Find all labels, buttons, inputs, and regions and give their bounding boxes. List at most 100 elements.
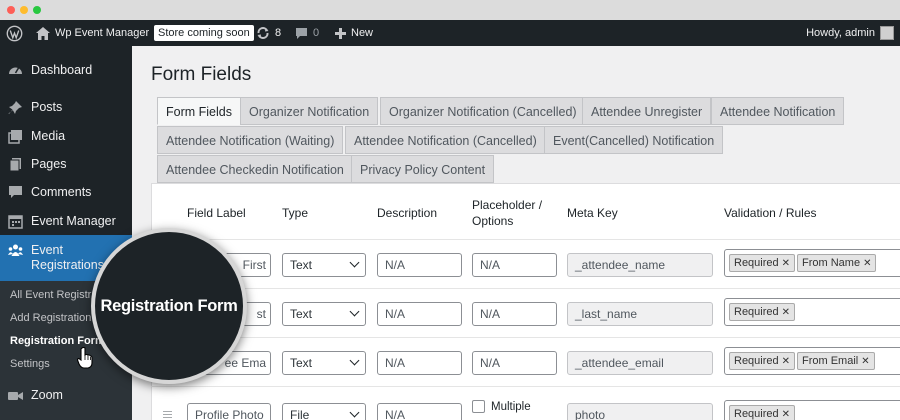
validation-rules-select[interactable]: Required ✕ bbox=[724, 400, 900, 420]
validation-rules-select[interactable]: Required ✕ bbox=[724, 298, 900, 326]
remove-tag-icon[interactable]: ✕ bbox=[863, 258, 871, 269]
column-header-description: Description bbox=[377, 206, 438, 220]
sidebar-item-label: Media bbox=[31, 129, 66, 143]
media-icon bbox=[8, 129, 23, 144]
updates-link[interactable]: 8 bbox=[256, 20, 281, 46]
remove-tag-icon[interactable]: ✕ bbox=[861, 356, 869, 367]
tab-attendee-notification-waiting[interactable]: Attendee Notification (Waiting) bbox=[157, 126, 344, 154]
calendar-icon bbox=[8, 214, 23, 229]
comments-link[interactable]: 0 bbox=[295, 20, 319, 46]
tab-form-fields[interactable]: Form Fields bbox=[157, 97, 241, 125]
comments-count: 0 bbox=[313, 27, 320, 39]
multiple-checkbox[interactable] bbox=[472, 400, 485, 413]
sidebar-item-comments[interactable]: Comments bbox=[0, 178, 132, 206]
rule-tag[interactable]: Required ✕ bbox=[729, 352, 796, 370]
sidebar-item-label: Comments bbox=[31, 185, 92, 199]
dashboard-icon bbox=[8, 63, 23, 78]
description-input[interactable]: N/A bbox=[377, 403, 462, 420]
sidebar-item-label: Event Registrations bbox=[31, 243, 104, 272]
wordpress-logo-icon[interactable] bbox=[6, 20, 23, 46]
row-divider bbox=[151, 386, 900, 387]
rule-tag[interactable]: Required ✕ bbox=[729, 303, 796, 321]
description-input[interactable]: N/A bbox=[377, 351, 462, 375]
sidebar-item-zoom[interactable]: Zoom bbox=[0, 381, 132, 409]
rule-tag[interactable]: From Email ✕ bbox=[797, 352, 875, 370]
pages-icon bbox=[8, 157, 23, 172]
tab-organizer-notification[interactable]: Organizer Notification bbox=[240, 97, 379, 125]
sidebar-item-label: Zoom bbox=[31, 388, 63, 402]
rule-tag[interactable]: From Name ✕ bbox=[797, 254, 877, 272]
comment-bubble-icon bbox=[296, 27, 307, 39]
validation-rules-select[interactable]: Required ✕ From Name ✕ bbox=[724, 249, 900, 277]
rule-tag-label: Required bbox=[734, 355, 779, 367]
rule-tag[interactable]: Required ✕ bbox=[729, 254, 796, 272]
chevron-down-icon bbox=[349, 257, 360, 268]
field-type-value: Text bbox=[290, 307, 313, 321]
field-type-select[interactable]: Text bbox=[282, 253, 366, 277]
tab-organizer-notification-cancelled[interactable]: Organizer Notification (Cancelled) bbox=[380, 97, 586, 125]
tab-privacy-policy-content[interactable]: Privacy Policy Content bbox=[351, 155, 495, 183]
sidebar-item-dashboard[interactable]: Dashboard bbox=[0, 56, 132, 84]
tab-attendee-unregister[interactable]: Attendee Unregister bbox=[582, 97, 712, 125]
field-label-input[interactable]: Profile Photo bbox=[187, 403, 271, 420]
tab-attendee-notification-cancelled[interactable]: Attendee Notification (Cancelled) bbox=[345, 126, 546, 154]
field-type-value: Text bbox=[290, 258, 313, 272]
rule-tag-label: Required bbox=[734, 306, 779, 318]
rule-tag-label: From Email bbox=[802, 355, 859, 367]
admin-bar: Wp Event Manager Store coming soon 8 0 N… bbox=[0, 20, 900, 46]
placeholder-input[interactable]: N/A bbox=[472, 351, 557, 375]
sidebar-item-media[interactable]: Media bbox=[0, 122, 132, 150]
rule-tag-label: Required bbox=[734, 257, 779, 269]
rule-tag-label: Required bbox=[734, 408, 779, 420]
field-type-select[interactable]: Text bbox=[282, 302, 366, 326]
tab-attendee-checkedin-notification[interactable]: Attendee Checkedin Notification bbox=[157, 155, 353, 183]
field-type-select[interactable]: Text bbox=[282, 351, 366, 375]
sidebar-item-event-manager[interactable]: Event Manager bbox=[0, 207, 132, 235]
account-menu[interactable]: Howdy, admin bbox=[806, 20, 894, 46]
remove-tag-icon[interactable]: ✕ bbox=[782, 307, 790, 318]
sidebar-item-posts[interactable]: Posts bbox=[0, 93, 132, 121]
new-content-link[interactable]: New bbox=[335, 20, 373, 46]
minimize-window-icon[interactable] bbox=[20, 6, 28, 14]
magnifier-label: Registration Form bbox=[100, 296, 238, 315]
meta-key-input: _attendee_email bbox=[567, 351, 713, 375]
groups-icon bbox=[8, 243, 23, 258]
submenu-registration-form[interactable]: Registration Form bbox=[10, 335, 105, 347]
admin-sidebar: Dashboard Posts Media Pages Comments Eve… bbox=[0, 46, 132, 420]
multiple-label: Multiple bbox=[491, 401, 531, 413]
maximize-window-icon[interactable] bbox=[33, 6, 41, 14]
avatar bbox=[880, 26, 894, 40]
remove-tag-icon[interactable]: ✕ bbox=[782, 409, 790, 420]
remove-tag-icon[interactable]: ✕ bbox=[782, 258, 790, 269]
description-input[interactable]: N/A bbox=[377, 302, 462, 326]
sidebar-item-pages[interactable]: Pages bbox=[0, 150, 132, 178]
field-type-select[interactable]: File bbox=[282, 403, 366, 420]
row-divider bbox=[151, 337, 900, 338]
meta-key-input: _last_name bbox=[567, 302, 713, 326]
description-input[interactable]: N/A bbox=[377, 253, 462, 277]
submenu-settings[interactable]: Settings bbox=[10, 358, 50, 370]
updates-count: 8 bbox=[275, 27, 282, 39]
store-status-badge[interactable]: Store coming soon bbox=[154, 25, 254, 41]
hand-pointer-cursor-icon bbox=[77, 347, 93, 369]
tab-event-cancelled-notification[interactable]: Event(Cancelled) Notification bbox=[544, 126, 724, 154]
refresh-icon bbox=[257, 27, 269, 39]
column-header-validation: Validation / Rules bbox=[724, 206, 817, 220]
placeholder-input[interactable]: N/A bbox=[472, 302, 557, 326]
drag-handle-icon[interactable] bbox=[163, 411, 172, 418]
remove-tag-icon[interactable]: ✕ bbox=[782, 356, 790, 367]
rule-tag[interactable]: Required ✕ bbox=[729, 405, 796, 420]
sidebar-item-label: Pages bbox=[31, 157, 67, 171]
submenu-add-registration[interactable]: Add Registration bbox=[10, 312, 91, 324]
pin-icon bbox=[8, 100, 23, 115]
rule-tag-label: From Name bbox=[802, 257, 861, 269]
placeholder-input[interactable]: N/A bbox=[472, 253, 557, 277]
site-name-link[interactable]: Wp Event Manager bbox=[36, 20, 149, 46]
close-window-icon[interactable] bbox=[7, 6, 15, 14]
column-header-field-label: Field Label bbox=[187, 206, 246, 220]
new-label: New bbox=[351, 27, 374, 39]
validation-rules-select[interactable]: Required ✕ From Email ✕ bbox=[724, 347, 900, 375]
video-icon bbox=[8, 388, 23, 403]
tab-attendee-notification[interactable]: Attendee Notification bbox=[711, 97, 845, 125]
chevron-down-icon bbox=[349, 306, 360, 317]
